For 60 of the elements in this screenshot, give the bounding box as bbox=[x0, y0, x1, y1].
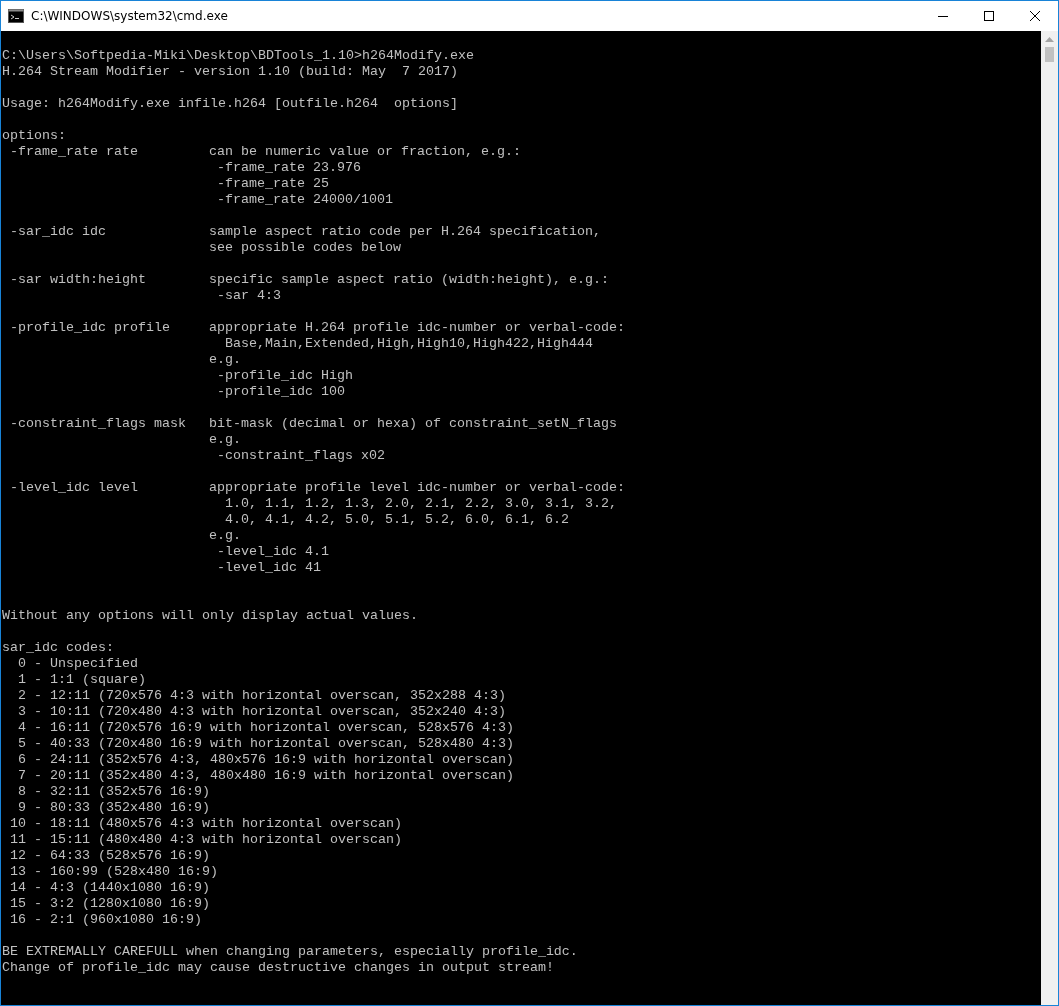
console-line: 5 - 40:33 (720x480 16:9 with horizontal overscan, 528x480 4:3) bbox=[17, 736, 514, 752]
option-description: see possible codes below bbox=[209, 240, 401, 256]
option-description: appropriate profile level idc-number or verbal-code: bbox=[209, 480, 625, 496]
option-description: e.g. bbox=[209, 432, 241, 448]
option-name: -level_idc level bbox=[10, 480, 138, 496]
console-line: sar_idc codes: bbox=[2, 640, 114, 656]
option-description: -constraint_flags x02 bbox=[216, 448, 385, 464]
option-description: -level_idc 41 bbox=[216, 560, 321, 576]
option-description: 4.0, 4.1, 4.2, 5.0, 5.1, 5.2, 6.0, 6.1, 6.2 bbox=[224, 512, 569, 528]
option-description: appropriate H.264 profile idc-number or verbal-code: bbox=[209, 320, 625, 336]
console-line: Without any options will only display actual values. bbox=[2, 608, 418, 624]
option-name: -constraint_flags mask bbox=[10, 416, 186, 432]
console-line: 14 - 4:3 (1440x1080 16:9) bbox=[9, 880, 210, 896]
console-line: 7 - 20:11 (352x480 4:3, 480x480 16:9 with horizontal overscan) bbox=[17, 768, 514, 784]
option-description: bit-mask (decimal or hexa) of constraint_setN_flags bbox=[209, 416, 617, 432]
scrollbar[interactable] bbox=[1041, 31, 1058, 1005]
option-description: sample aspect ratio code per H.264 specification, bbox=[209, 224, 601, 240]
console-line: options: bbox=[2, 128, 66, 144]
console-line: 0 - Unspecified bbox=[17, 656, 138, 672]
console-line: 12 - 64:33 (528x576 16:9) bbox=[9, 848, 210, 864]
option-description: -profile_idc High bbox=[216, 368, 353, 384]
console-icon bbox=[8, 9, 24, 23]
console-line: 4 - 16:11 (720x576 16:9 with horizontal overscan, 528x576 4:3) bbox=[17, 720, 514, 736]
option-description: Base,Main,Extended,High,High10,High422,High444 bbox=[224, 336, 593, 352]
console-line: 1 - 1:1 (square) bbox=[17, 672, 146, 688]
option-description: e.g. bbox=[209, 352, 241, 368]
console-line: 9 - 80:33 (352x480 16:9) bbox=[17, 800, 210, 816]
console-line: 15 - 3:2 (1280x1080 16:9) bbox=[9, 896, 210, 912]
option-description: -sar 4:3 bbox=[216, 288, 281, 304]
option-description: can be numeric value or fraction, e.g.: bbox=[209, 144, 521, 160]
option-description: 1.0, 1.1, 1.2, 1.3, 2.0, 2.1, 2.2, 3.0, 3.1, 3.2, bbox=[224, 496, 617, 512]
scrollbar-thumb[interactable] bbox=[1045, 47, 1054, 62]
console-line: 10 - 18:11 (480x576 4:3 with horizontal overscan) bbox=[9, 816, 402, 832]
option-name: -profile_idc profile bbox=[10, 320, 170, 336]
console-line: 3 - 10:11 (720x480 4:3 with horizontal overscan, 352x240 4:3) bbox=[17, 704, 506, 720]
option-name: -sar_idc idc bbox=[10, 224, 106, 240]
close-icon bbox=[1030, 11, 1040, 21]
console-line: 16 - 2:1 (960x1080 16:9) bbox=[9, 912, 202, 928]
console-line: 6 - 24:11 (352x576 4:3, 480x576 16:9 with horizontal overscan) bbox=[17, 752, 514, 768]
console-line: Usage: h264Modify.exe infile.h264 [outfile.h264 options] bbox=[2, 96, 458, 112]
option-description: -frame_rate 23.976 bbox=[216, 160, 361, 176]
option-description: e.g. bbox=[209, 528, 241, 544]
console-line: 13 - 160:99 (528x480 16:9) bbox=[9, 864, 218, 880]
console-line: 11 - 15:11 (480x480 4:3 with horizontal overscan) bbox=[9, 832, 402, 848]
maximize-icon bbox=[984, 11, 994, 21]
option-description: specific sample aspect ratio (width:height), e.g.: bbox=[209, 272, 609, 288]
window-title: C:\WINDOWS\system32\cmd.exe bbox=[31, 9, 229, 23]
option-name: -frame_rate rate bbox=[10, 144, 138, 160]
option-description: -frame_rate 24000/1001 bbox=[216, 192, 393, 208]
option-description: -frame_rate 25 bbox=[216, 176, 329, 192]
console-line: 2 - 12:11 (720x576 4:3 with horizontal overscan, 352x288 4:3) bbox=[17, 688, 506, 704]
console-line: H.264 Stream Modifier - version 1.10 (build: May 7 2017) bbox=[2, 64, 458, 80]
console-line: Change of profile_idc may cause destructive changes in output stream! bbox=[2, 960, 554, 976]
console-line: 8 - 32:11 (352x576 16:9) bbox=[17, 784, 210, 800]
option-name: -sar width:height bbox=[10, 272, 146, 288]
option-description: -level_idc 4.1 bbox=[216, 544, 329, 560]
console-line: BE EXTREMALLY CAREFULL when changing parameters, especially profile_idc. bbox=[2, 944, 578, 960]
scroll-up-arrow-icon[interactable] bbox=[1045, 37, 1054, 42]
console-line: C:\Users\Softpedia-Miki\Desktop\BDTools_1.10>h264Modify.exe bbox=[2, 48, 474, 64]
option-description: -profile_idc 100 bbox=[216, 384, 345, 400]
